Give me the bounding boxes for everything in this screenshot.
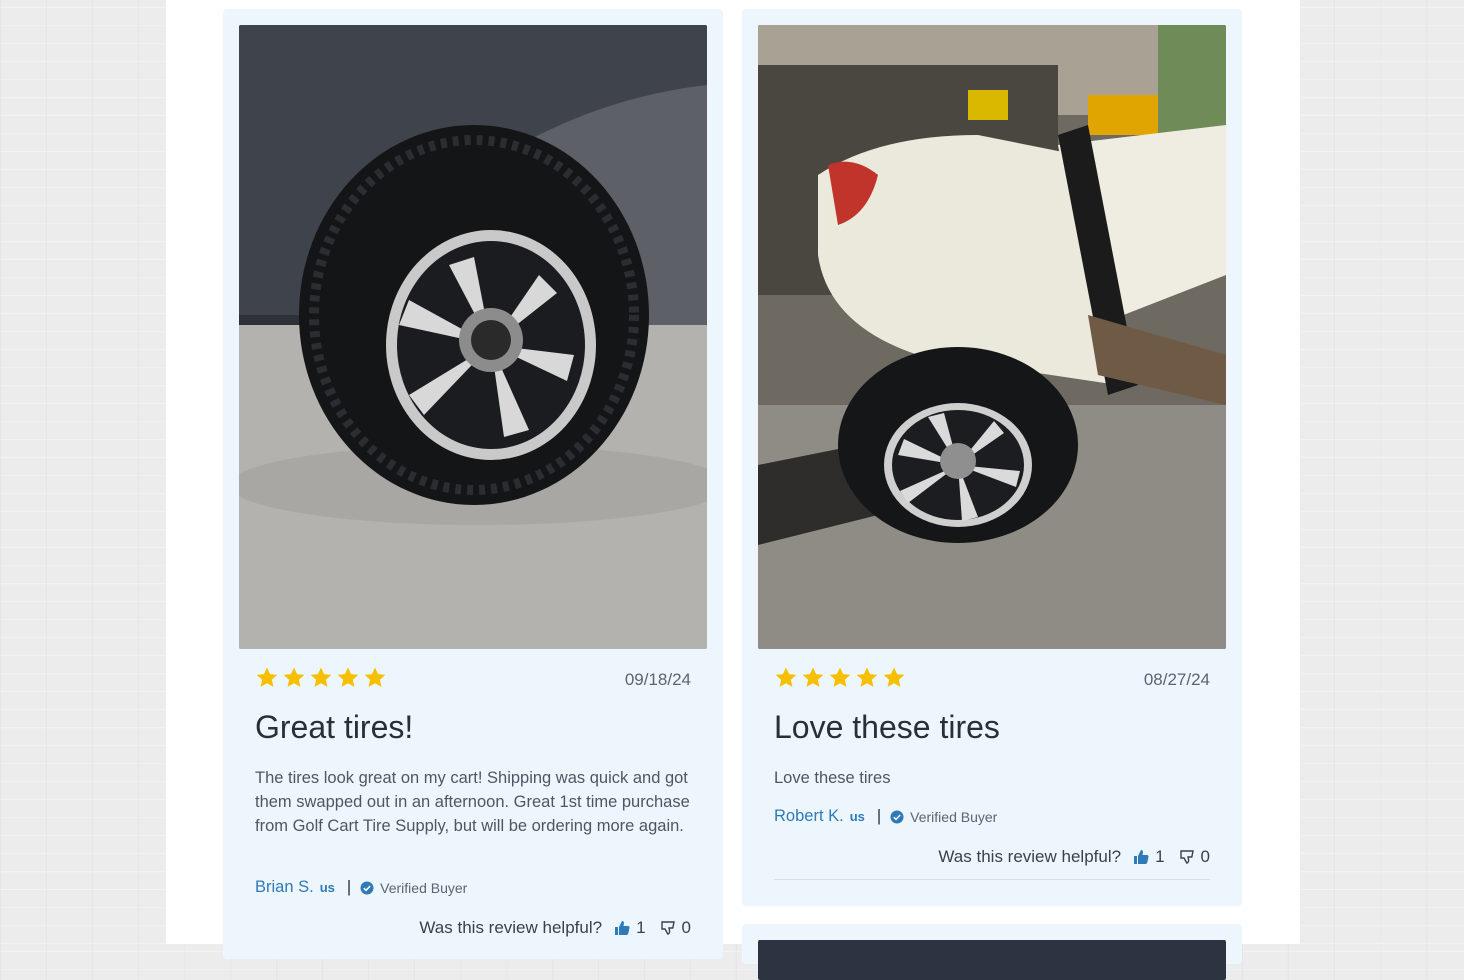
review-date: 08/27/24	[1143, 670, 1210, 689]
review-author: Brian S. us | Verified Buyer	[255, 878, 467, 897]
review-date: 09/18/24	[624, 670, 691, 689]
star-icon	[802, 667, 824, 687]
helpful-down-count: 0	[1200, 847, 1210, 866]
author-country: us	[319, 880, 335, 895]
author-country: us	[849, 809, 865, 824]
thumbs-up-icon[interactable]	[614, 920, 630, 936]
helpful-down-count: 0	[681, 918, 691, 937]
separator: |	[346, 878, 352, 896]
star-icon	[337, 667, 359, 687]
review-photo[interactable]	[758, 940, 1226, 980]
star-icon	[856, 667, 878, 687]
thumbs-down-icon[interactable]	[1179, 849, 1195, 865]
review-card	[742, 924, 1242, 980]
review-body: Love these tires	[774, 769, 891, 787]
verified-check-icon	[360, 881, 374, 894]
verified-buyer-label: Verified Buyer	[910, 808, 998, 825]
helpful-up-count: 1	[1155, 847, 1165, 866]
thumbs-down-icon[interactable]	[660, 920, 676, 936]
separator: |	[876, 807, 882, 825]
review-photo[interactable]	[758, 25, 1226, 649]
helpful-question: Was this review helpful?	[419, 918, 603, 937]
review-card: 09/18/24 Great tires! The tires look gre…	[223, 9, 723, 959]
thumbs-up-icon[interactable]	[1133, 849, 1149, 865]
helpful-row: Was this review helpful? 1 0	[938, 847, 1210, 867]
star-rating	[774, 666, 906, 690]
review-title: Love these tires	[774, 709, 1000, 745]
divider	[774, 879, 1210, 880]
review-body: The tires look great on my cart! Shippin…	[255, 769, 690, 835]
helpful-up-count: 1	[636, 918, 646, 937]
helpful-question: Was this review helpful?	[938, 847, 1122, 866]
star-icon	[829, 667, 851, 687]
verified-check-icon	[890, 810, 904, 823]
star-icon	[775, 667, 797, 687]
verified-buyer-label: Verified Buyer	[380, 879, 468, 896]
star-icon	[283, 667, 305, 687]
review-card: 08/27/24 Love these tires Love these tir…	[742, 9, 1242, 906]
review-photo[interactable]	[239, 25, 707, 649]
author-name[interactable]: Brian S.	[255, 878, 314, 897]
star-icon	[364, 667, 386, 687]
helpful-row: Was this review helpful? 1 0	[419, 918, 691, 938]
star-rating	[255, 666, 387, 690]
author-name[interactable]: Robert K.	[774, 807, 844, 826]
review-author: Robert K. us | Verified Buyer	[774, 807, 997, 826]
review-title: Great tires!	[255, 709, 414, 745]
star-icon	[883, 667, 905, 687]
star-icon	[256, 667, 278, 687]
star-icon	[310, 667, 332, 687]
